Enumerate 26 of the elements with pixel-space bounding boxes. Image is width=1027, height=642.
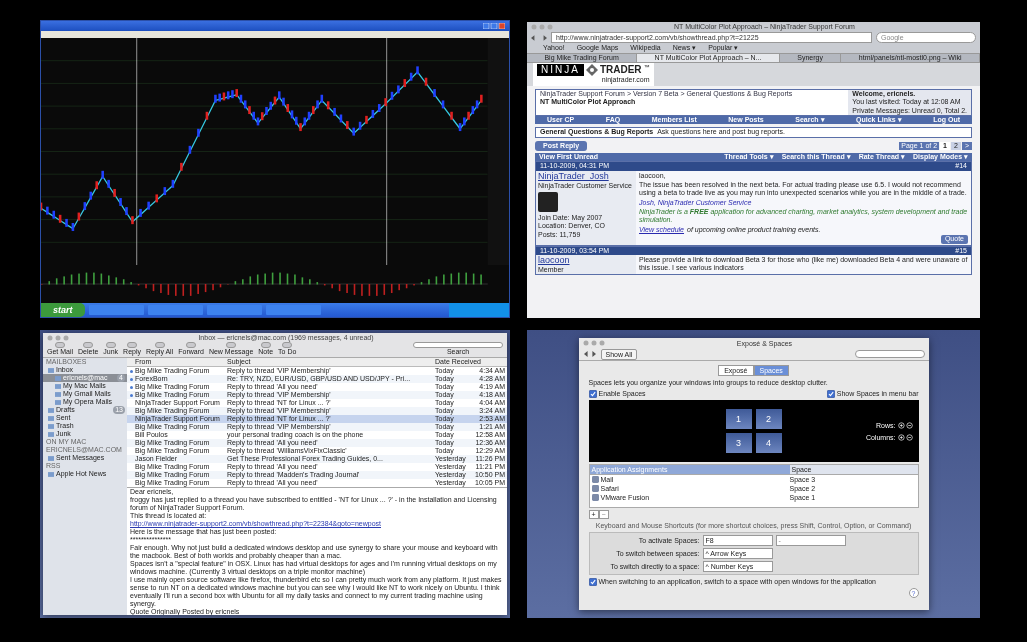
window-controls-icon[interactable] <box>582 340 605 346</box>
folder-icon <box>48 455 54 461</box>
window-controls-icon[interactable] <box>47 334 69 341</box>
author-link[interactable]: NinjaTrader_Josh <box>538 170 634 182</box>
space-thumbnail[interactable]: 3 <box>725 433 752 453</box>
logo-text: TRADER <box>599 64 642 77</box>
checkbox[interactable] <box>588 389 597 398</box>
folder-icon <box>48 471 54 477</box>
search-field[interactable] <box>854 350 925 358</box>
start-button[interactable]: start <box>41 303 85 317</box>
author-link[interactable]: laocoon <box>538 255 634 267</box>
system-tray <box>449 303 509 317</box>
plus-minus-icon[interactable] <box>897 421 913 429</box>
back-forward-icon[interactable] <box>531 34 547 41</box>
plus-minus-icon[interactable] <box>897 433 913 441</box>
checkbox[interactable] <box>588 577 597 586</box>
window-buttons-icon[interactable] <box>483 23 505 29</box>
space-thumbnail[interactable]: 4 <box>755 433 782 453</box>
back-forward-icon[interactable] <box>582 351 597 357</box>
space-thumbnail[interactable]: 2 <box>755 409 782 429</box>
avatar-placeholder <box>538 191 558 212</box>
search-field[interactable] <box>413 342 503 348</box>
logo-text: NINJA <box>537 64 584 77</box>
space-thumbnail[interactable]: 1 <box>725 409 752 429</box>
diamond-logo-icon <box>585 64 598 77</box>
checkbox[interactable] <box>826 389 835 398</box>
